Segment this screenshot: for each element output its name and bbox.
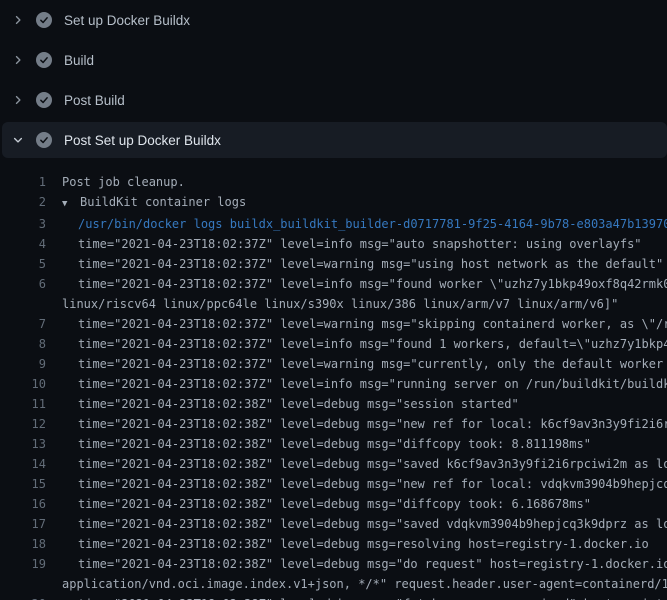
- line-number[interactable]: 9: [0, 354, 46, 374]
- log-line: 15time="2021-04-23T18:02:38Z" level=debu…: [0, 474, 667, 494]
- log-line: 5time="2021-04-23T18:02:37Z" level=warni…: [0, 254, 667, 274]
- log-line-text: time="2021-04-23T18:02:38Z" level=debug …: [46, 557, 667, 571]
- log-line-text: time="2021-04-23T18:02:38Z" level=debug …: [46, 497, 591, 511]
- line-number[interactable]: 14: [0, 454, 46, 474]
- success-check-icon: [36, 132, 52, 148]
- log-line: 13time="2021-04-23T18:02:38Z" level=debu…: [0, 434, 667, 454]
- line-number[interactable]: 2: [0, 192, 46, 212]
- step-list: Set up Docker Buildx Build Post Build: [0, 0, 667, 158]
- log-line-text: Post job cleanup.: [46, 175, 185, 189]
- log-line-text: time="2021-04-23T18:02:38Z" level=debug …: [46, 537, 649, 551]
- line-number[interactable]: 15: [0, 474, 46, 494]
- log-line: 7time="2021-04-23T18:02:37Z" level=warni…: [0, 314, 667, 334]
- line-number[interactable]: 3: [0, 214, 46, 234]
- group-toggle-triangle-icon[interactable]: ▼: [62, 194, 80, 214]
- line-number[interactable]: 18: [0, 534, 46, 554]
- line-number[interactable]: 17: [0, 514, 46, 534]
- line-number[interactable]: 10: [0, 374, 46, 394]
- log-line-text: time="2021-04-23T18:02:38Z" level=debug …: [46, 477, 667, 491]
- log-command-text: /usr/bin/docker logs buildx_buildkit_bui…: [46, 217, 667, 231]
- line-number[interactable]: 7: [0, 314, 46, 334]
- step-setup-docker-buildx[interactable]: Set up Docker Buildx: [0, 0, 667, 40]
- log-line: 18time="2021-04-23T18:02:38Z" level=debu…: [0, 534, 667, 554]
- success-check-icon: [36, 92, 52, 108]
- log-line: 19time="2021-04-23T18:02:38Z" level=debu…: [0, 554, 667, 574]
- log-lines: 1Post job cleanup.2▼BuildKit container l…: [0, 172, 667, 600]
- line-number[interactable]: 20: [0, 594, 46, 600]
- log-line: 9time="2021-04-23T18:02:37Z" level=warni…: [0, 354, 667, 374]
- line-number[interactable]: 16: [0, 494, 46, 514]
- log-line: 11time="2021-04-23T18:02:38Z" level=debu…: [0, 394, 667, 414]
- log-line: 8time="2021-04-23T18:02:37Z" level=info …: [0, 334, 667, 354]
- success-check-icon: [36, 12, 52, 28]
- step-label: Post Set up Docker Buildx: [64, 133, 221, 148]
- step-label: Post Build: [64, 93, 125, 108]
- log-line: linux/riscv64 linux/ppc64le linux/s390x …: [0, 294, 667, 314]
- group-label[interactable]: BuildKit container logs: [80, 195, 246, 209]
- log-line-text: time="2021-04-23T18:02:38Z" level=debug …: [46, 417, 667, 431]
- line-number[interactable]: 5: [0, 254, 46, 274]
- log-line-text: time="2021-04-23T18:02:37Z" level=warnin…: [46, 317, 667, 331]
- line-number[interactable]: 8: [0, 334, 46, 354]
- line-number[interactable]: 6: [0, 274, 46, 294]
- log-line-text: time="2021-04-23T18:02:37Z" level=warnin…: [46, 357, 667, 371]
- log-line-text: time="2021-04-23T18:02:37Z" level=info m…: [46, 337, 667, 351]
- log-line-text: time="2021-04-23T18:02:38Z" level=debug …: [46, 437, 591, 451]
- log-line: 14time="2021-04-23T18:02:38Z" level=debu…: [0, 454, 667, 474]
- log-line: 1Post job cleanup.: [0, 172, 667, 192]
- line-number[interactable]: 1: [0, 172, 46, 192]
- line-number[interactable]: 13: [0, 434, 46, 454]
- step-build[interactable]: Build: [0, 40, 667, 80]
- log-line: 20time="2021-04-23T18:02:38Z" level=debu…: [0, 594, 667, 600]
- line-number[interactable]: 4: [0, 234, 46, 254]
- log-line: 4time="2021-04-23T18:02:37Z" level=info …: [0, 234, 667, 254]
- log-line-text: time="2021-04-23T18:02:37Z" level=info m…: [46, 237, 642, 251]
- step-label: Build: [64, 53, 94, 68]
- log-line-text: application/vnd.oci.image.index.v1+json,…: [46, 577, 667, 591]
- log-line: 2▼BuildKit container logs: [0, 192, 667, 214]
- log-line: 12time="2021-04-23T18:02:38Z" level=debu…: [0, 414, 667, 434]
- log-line-text: time="2021-04-23T18:02:38Z" level=debug …: [46, 517, 667, 531]
- actions-log-viewer: Set up Docker Buildx Build Post Build: [0, 0, 667, 600]
- log-line: 3/usr/bin/docker logs buildx_buildkit_bu…: [0, 214, 667, 234]
- line-number[interactable]: 12: [0, 414, 46, 434]
- chevron-right-icon[interactable]: [12, 54, 36, 66]
- log-line-text: time="2021-04-23T18:02:37Z" level=info m…: [46, 277, 667, 291]
- log-line-text: linux/riscv64 linux/ppc64le linux/s390x …: [46, 297, 618, 311]
- success-check-icon: [36, 52, 52, 68]
- log-line: 17time="2021-04-23T18:02:38Z" level=debu…: [0, 514, 667, 534]
- step-label: Set up Docker Buildx: [64, 13, 190, 28]
- chevron-right-icon[interactable]: [12, 94, 36, 106]
- step-post-build[interactable]: Post Build: [0, 80, 667, 120]
- log-line: 6time="2021-04-23T18:02:37Z" level=info …: [0, 274, 667, 294]
- log-line: 10time="2021-04-23T18:02:37Z" level=info…: [0, 374, 667, 394]
- line-number[interactable]: 19: [0, 554, 46, 574]
- log-line: 16time="2021-04-23T18:02:38Z" level=debu…: [0, 494, 667, 514]
- chevron-right-icon[interactable]: [12, 14, 36, 26]
- step-post-setup-docker-buildx[interactable]: Post Set up Docker Buildx: [2, 122, 667, 158]
- line-number[interactable]: 11: [0, 394, 46, 414]
- log-line-text: time="2021-04-23T18:02:37Z" level=info m…: [46, 377, 667, 391]
- log-line-text: ▼BuildKit container logs: [46, 195, 246, 209]
- chevron-down-icon[interactable]: [12, 134, 36, 146]
- log-line: application/vnd.oci.image.index.v1+json,…: [0, 574, 667, 594]
- log-line-text: time="2021-04-23T18:02:38Z" level=debug …: [46, 397, 519, 411]
- log-line-text: time="2021-04-23T18:02:37Z" level=warnin…: [46, 257, 663, 271]
- log-line-text: time="2021-04-23T18:02:38Z" level=debug …: [46, 457, 667, 471]
